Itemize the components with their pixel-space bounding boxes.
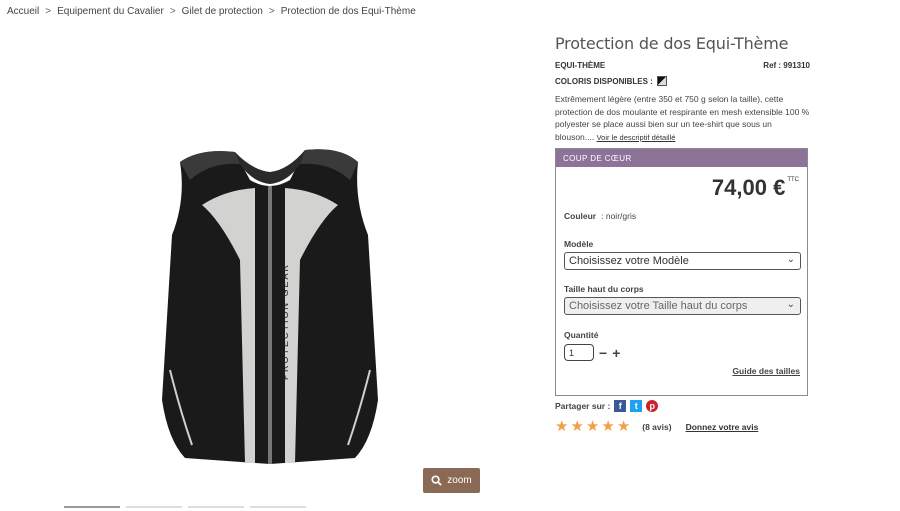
color-label: Couleur	[564, 211, 597, 221]
share-bar: Partager sur : f t p	[555, 400, 659, 412]
breadcrumb-item-equipement[interactable]: Equipement du Cavalier	[57, 6, 164, 17]
colors-label: COLORIS DISPONIBLES :	[555, 76, 653, 86]
vest-illustration: PROTECTION GEAR	[162, 149, 378, 464]
product-info: Protection de dos Equi-Thème EQUI-THÈME …	[555, 34, 810, 144]
star-icon: ★	[555, 418, 569, 435]
breadcrumb-item-accueil[interactable]: Accueil	[7, 6, 39, 17]
facebook-icon[interactable]: f	[614, 400, 627, 412]
magnifier-icon	[431, 475, 442, 486]
thumbnail-strip	[64, 506, 306, 511]
quantity-input[interactable]: 1	[564, 344, 594, 361]
star-icon: ★	[570, 418, 584, 435]
model-select[interactable]: Choisissez votre Modèle ⌄	[564, 252, 801, 270]
thumbnail[interactable]	[126, 506, 182, 511]
buy-box: COUP DE CŒUR 74,00 € TTC Couleur : noir/g…	[555, 148, 808, 396]
price-suffix: TTC	[787, 177, 799, 183]
star-icon: ★	[601, 418, 615, 435]
twitter-icon[interactable]: t	[630, 400, 643, 412]
zoom-label: zoom	[447, 475, 472, 486]
decrease-button[interactable]: −	[599, 346, 607, 360]
write-review-link[interactable]: Donnez votre avis	[686, 422, 759, 432]
chevron-down-icon: ⌄	[786, 254, 795, 265]
zoom-button[interactable]: zoom	[423, 468, 480, 493]
breadcrumb-separator: >	[268, 6, 275, 17]
share-label: Partager sur :	[555, 401, 611, 411]
size-label: Taille haut du corps	[564, 284, 644, 294]
breadcrumb: Accueil > Equipement du Cavalier > Gilet de …	[7, 6, 416, 17]
star-icon: ★	[585, 418, 600, 435]
favorite-banner: COUP DE CŒUR	[556, 149, 807, 167]
chevron-down-icon: ⌄	[786, 299, 795, 310]
quantity-label: Quantité	[564, 330, 599, 340]
thumbnail[interactable]	[250, 506, 306, 511]
model-select-value: Choisissez votre Modèle	[569, 255, 689, 267]
star-icon: ★	[616, 418, 631, 435]
model-label: Modèle	[564, 239, 594, 249]
vest-print-text: PROTECTION GEAR	[280, 263, 290, 380]
product-description: Extrêmement légère (entre 350 et 750 g s…	[555, 93, 810, 144]
color-info: Couleur : noir/gris	[564, 211, 636, 221]
color-swatch[interactable]	[656, 76, 667, 86]
breadcrumb-separator: >	[45, 6, 52, 17]
pinterest-icon[interactable]: p	[646, 400, 659, 412]
breadcrumb-separator: >	[169, 6, 176, 17]
description-text: Extrêmement légère (entre 350 et 750 g s…	[555, 94, 810, 142]
thumbnail[interactable]	[64, 506, 120, 511]
size-select[interactable]: Choisissez votre Taille haut du corps ⌄	[564, 297, 801, 315]
breadcrumb-item-gilet[interactable]: Gilet de protection	[182, 6, 263, 17]
product-ref: Ref : 991310	[763, 61, 810, 70]
available-colors: COLORIS DISPONIBLES :	[555, 76, 810, 86]
brand-name: EQUI-THÈME	[555, 61, 606, 70]
review-count: (8 avis)	[642, 421, 672, 432]
price-value: 74,00 €	[711, 175, 786, 200]
brand-row: EQUI-THÈME Ref : 991310	[555, 61, 810, 70]
increase-button[interactable]: +	[612, 346, 620, 360]
more-details-link[interactable]: Voir le descriptif détaillé	[597, 133, 676, 142]
price: 74,00 € TTC	[712, 175, 799, 201]
product-image[interactable]: PROTECTION GEAR	[140, 140, 400, 470]
quantity-stepper: 1 − +	[564, 344, 620, 361]
color-value: : noir/gris	[601, 211, 637, 221]
rating: ★ ★ ★ ★ ★ (8 avis) Donnez votre avis	[555, 419, 758, 434]
thumbnail[interactable]	[188, 506, 244, 511]
size-select-value: Choisissez votre Taille haut du corps	[569, 300, 748, 312]
size-guide-link[interactable]: Guide des tailles	[732, 366, 800, 376]
breadcrumb-item-current: Protection de dos Equi-Thème	[280, 6, 416, 17]
product-title: Protection de dos Equi-Thème	[555, 34, 789, 53]
